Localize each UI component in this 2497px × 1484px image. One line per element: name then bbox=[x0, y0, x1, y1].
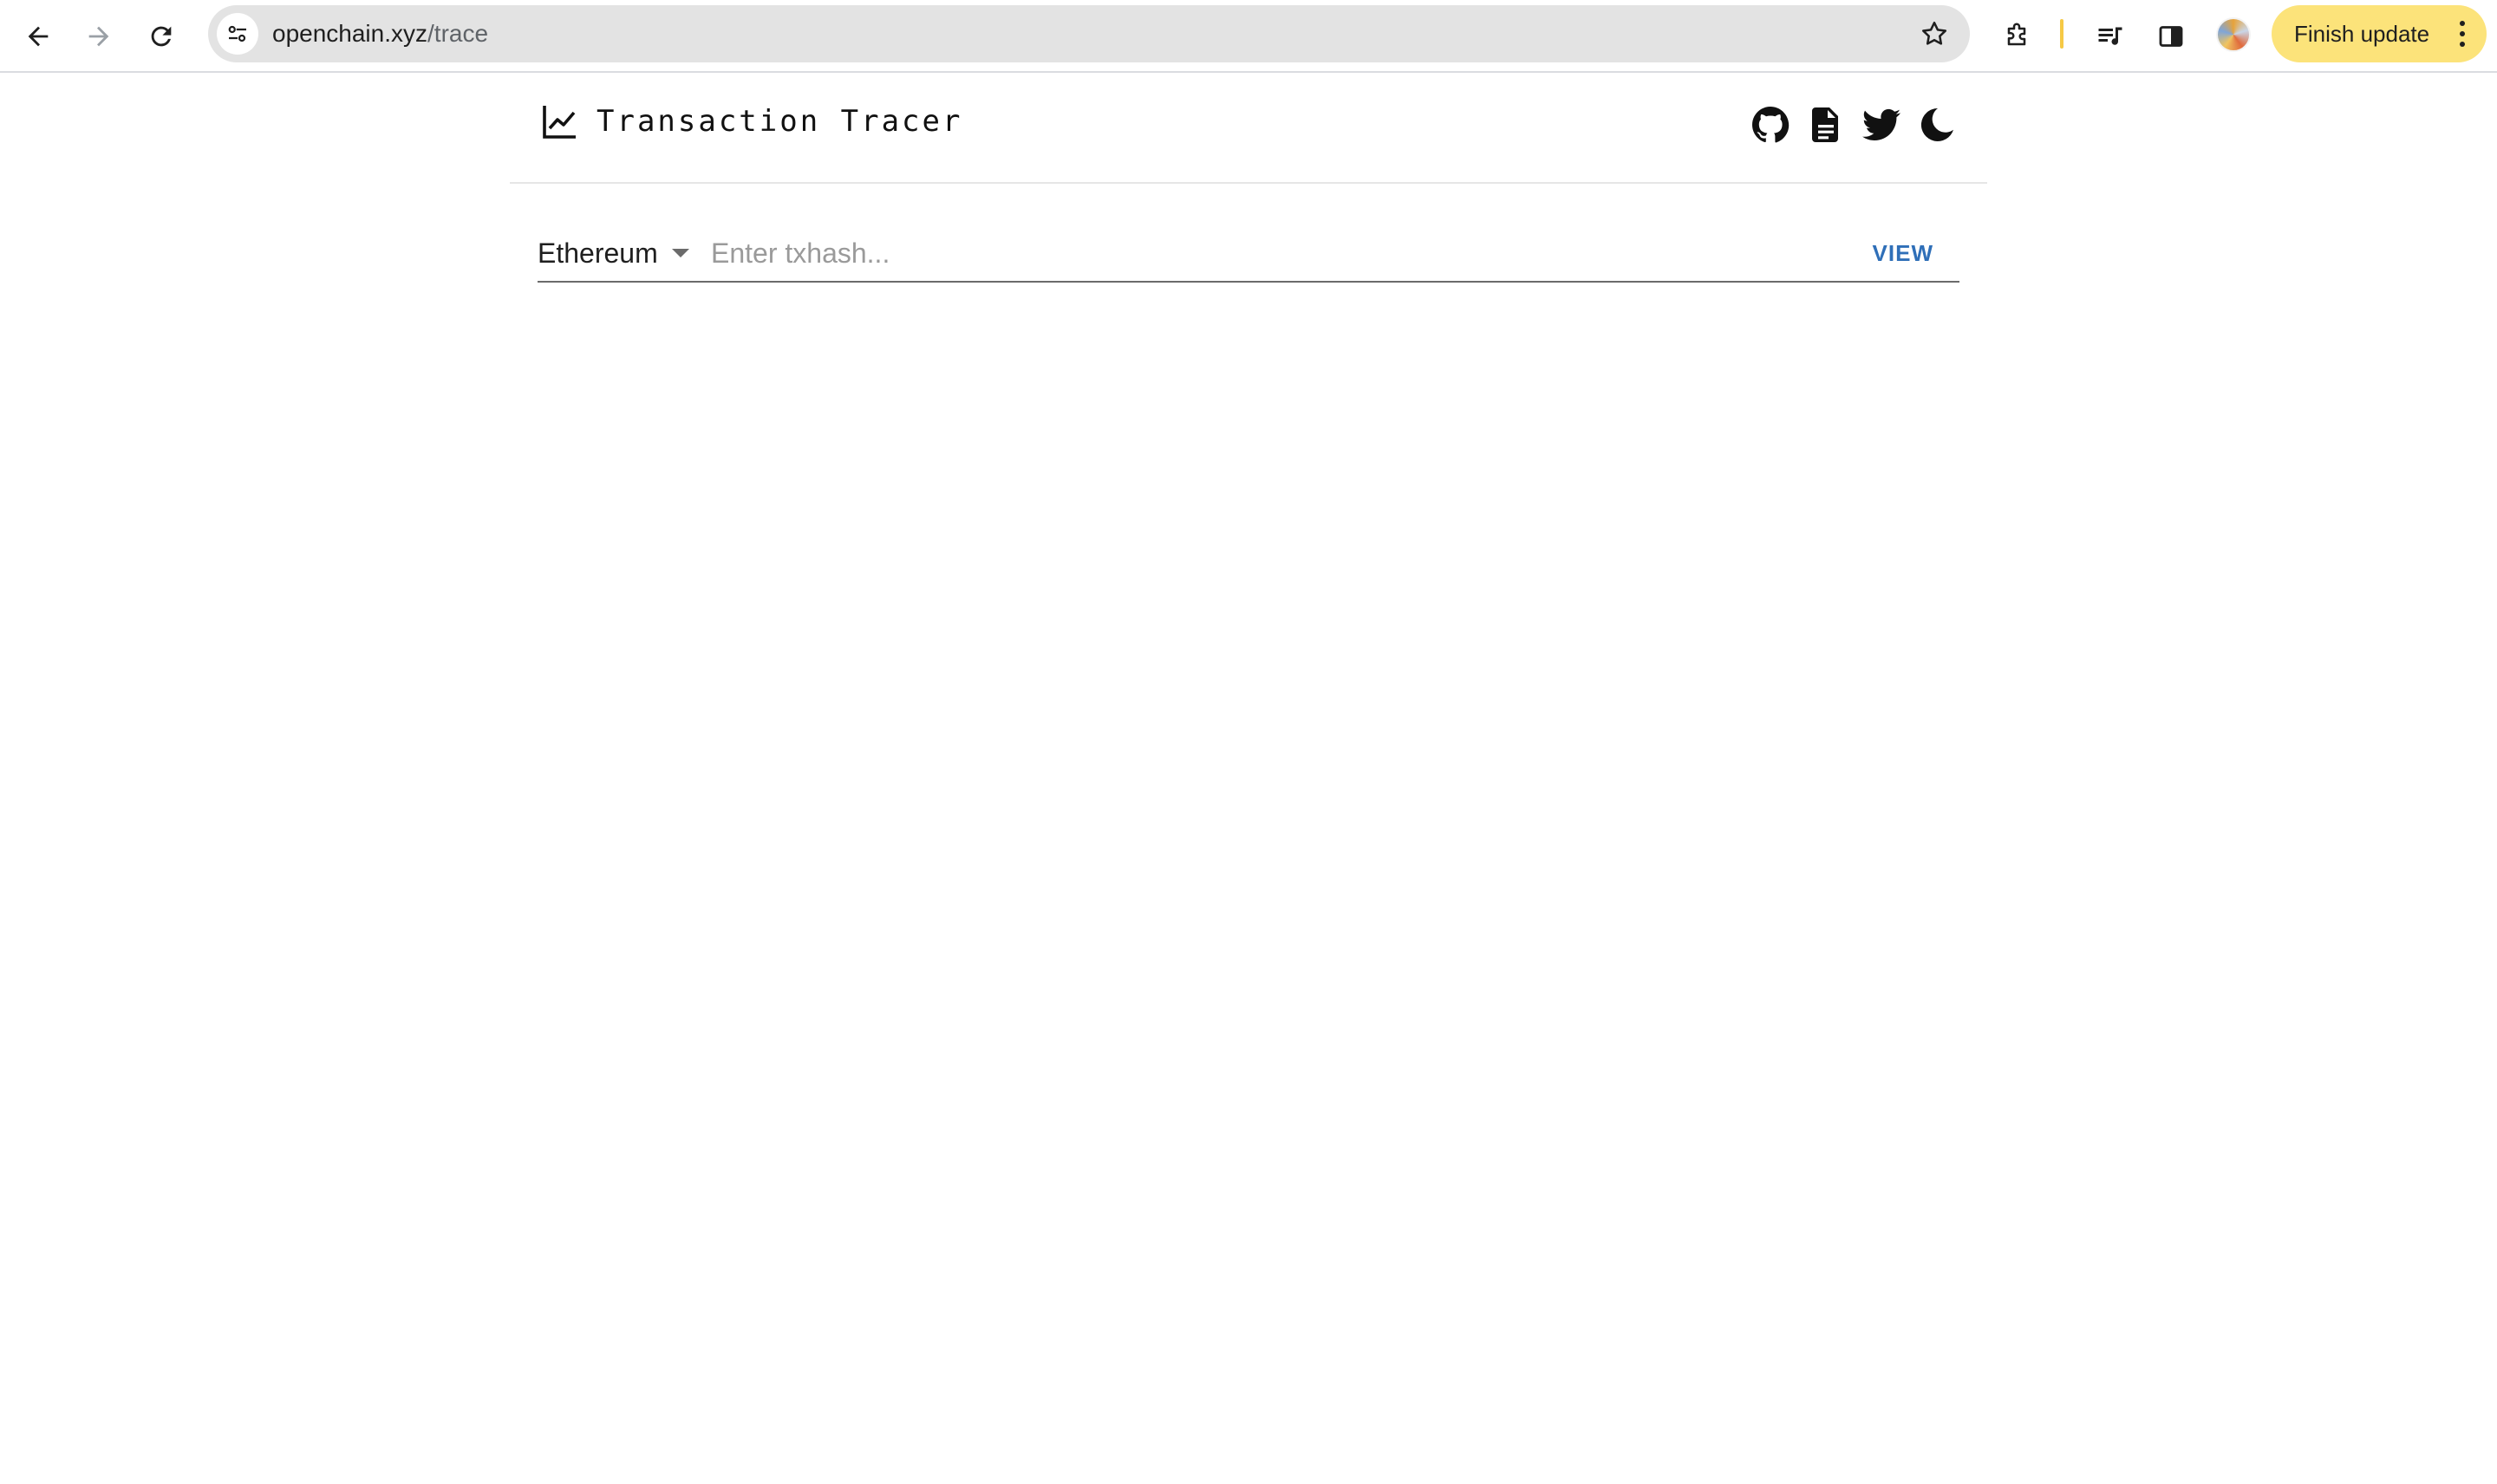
site-header: Transaction Tracer bbox=[510, 75, 1987, 184]
site-info-button[interactable] bbox=[217, 13, 258, 55]
profile-avatar[interactable] bbox=[2216, 17, 2251, 52]
github-link[interactable] bbox=[1748, 102, 1793, 147]
toolbar-separator bbox=[2060, 19, 2063, 49]
reload-icon bbox=[151, 26, 172, 47]
extensions-button[interactable] bbox=[1994, 14, 2039, 59]
back-button[interactable] bbox=[14, 12, 62, 61]
browser-toolbar: openchain.xyz/trace Finish update bbox=[0, 0, 2497, 73]
url-text: openchain.xyz/trace bbox=[272, 5, 488, 62]
tune-icon bbox=[228, 25, 246, 42]
caret-down-icon bbox=[671, 249, 689, 257]
docs-link[interactable] bbox=[1803, 102, 1848, 147]
finish-update-button[interactable]: Finish update bbox=[2272, 5, 2487, 62]
twitter-icon bbox=[1862, 108, 1900, 140]
forward-button[interactable] bbox=[75, 12, 123, 61]
puzzle-icon bbox=[2007, 23, 2026, 46]
logo[interactable]: Transaction Tracer bbox=[539, 101, 962, 142]
media-controls-button[interactable] bbox=[2088, 14, 2133, 59]
header-icon-group bbox=[1737, 102, 1959, 147]
moon-icon bbox=[1920, 107, 1953, 141]
arrow-left-icon bbox=[28, 26, 49, 47]
bookmark-button[interactable] bbox=[1918, 17, 1951, 50]
page-container: Transaction Tracer Ethereum Enter txhash… bbox=[510, 75, 1987, 283]
twitter-link[interactable] bbox=[1859, 102, 1904, 147]
finish-update-label: Finish update bbox=[2294, 20, 2430, 47]
site-title: Transaction Tracer bbox=[597, 104, 963, 139]
more-vert-icon bbox=[2459, 21, 2466, 47]
arrow-right-icon bbox=[88, 26, 109, 47]
reload-button[interactable] bbox=[137, 12, 186, 61]
chain-select-value: Ethereum bbox=[538, 237, 658, 269]
url-path: /trace bbox=[427, 20, 489, 47]
chart-line-icon bbox=[543, 106, 576, 139]
star-icon bbox=[1921, 21, 1947, 45]
queue-music-icon bbox=[2098, 27, 2122, 45]
url-host: openchain.xyz bbox=[272, 20, 428, 47]
address-bar[interactable]: openchain.xyz/trace bbox=[208, 5, 1970, 62]
side-panel-button[interactable] bbox=[2148, 14, 2194, 59]
github-icon bbox=[1752, 107, 1790, 143]
view-button[interactable]: VIEW bbox=[1873, 238, 1933, 269]
chain-select[interactable]: Ethereum bbox=[538, 229, 689, 277]
trace-search-bar: Ethereum VIEW bbox=[538, 229, 1959, 283]
txhash-input[interactable] bbox=[711, 232, 1751, 274]
side-panel-icon bbox=[2159, 26, 2183, 47]
document-icon bbox=[1812, 107, 1838, 142]
theme-toggle-button[interactable] bbox=[1914, 102, 1959, 147]
